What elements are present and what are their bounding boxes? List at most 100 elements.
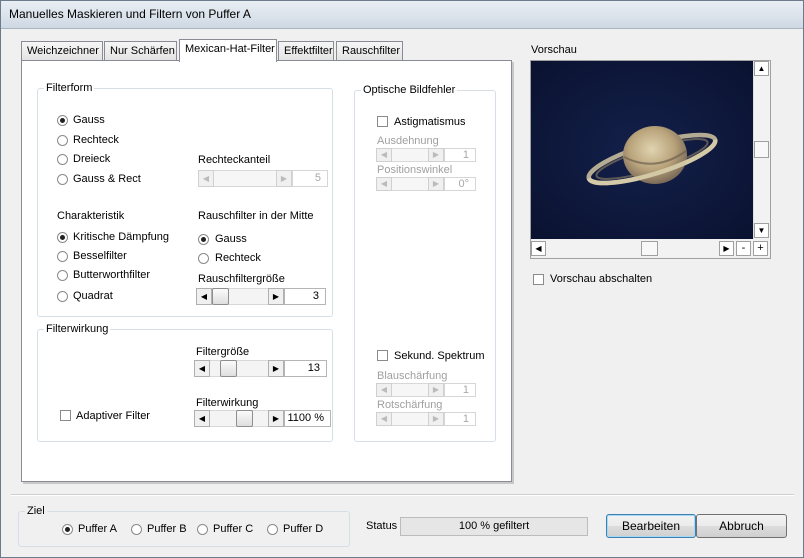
rotschaerfung-slider[interactable]: ◀ ▶ 1 — [376, 412, 476, 426]
slider-track[interactable] — [392, 177, 428, 191]
positionswinkel-label: Positionswinkel — [377, 164, 453, 176]
arrow-right-icon[interactable]: ▶ — [428, 148, 444, 162]
rotschaerfung-value: 1 — [444, 412, 476, 426]
scroll-thumb[interactable] — [641, 241, 658, 256]
arrow-left-icon[interactable]: ◀ — [531, 241, 546, 256]
radio-shape-dreieck[interactable] — [57, 154, 68, 165]
adaptiver-filter-checkbox[interactable] — [60, 410, 71, 421]
puffer-c-label: Puffer C — [213, 523, 254, 535]
zoom-in-button[interactable]: + — [753, 241, 768, 256]
slider-thumb[interactable] — [236, 410, 253, 427]
tab-effektfilter[interactable]: Effektfilter — [278, 41, 334, 61]
tab-weichzeichner[interactable]: Weichzeichner — [21, 41, 103, 61]
radio-quadrat[interactable] — [57, 291, 68, 302]
blauschaerfung-value: 1 — [444, 383, 476, 397]
puffer-d-label: Puffer D — [283, 523, 324, 535]
arrow-right-icon[interactable]: ▶ — [268, 410, 284, 427]
slider-thumb[interactable] — [220, 360, 237, 377]
tab-nur-schaerfen[interactable]: Nur Schärfen — [104, 41, 177, 61]
separator — [11, 494, 794, 496]
preview-frame: ▲ ▼ ◀ ▶ - + — [530, 60, 771, 259]
slider-track[interactable] — [210, 360, 268, 377]
preview-image[interactable] — [531, 61, 753, 239]
filtergroesse-slider[interactable]: ◀ ▶ 13 — [194, 360, 327, 377]
arrow-right-icon[interactable]: ▶ — [268, 360, 284, 377]
positionswinkel-value: 0° — [444, 177, 476, 191]
arrow-down-icon[interactable]: ▼ — [754, 223, 769, 238]
rauschfiltergroesse-label: Rauschfiltergröße — [198, 273, 285, 285]
preview-label: Vorschau — [531, 44, 577, 56]
slider-track[interactable] — [214, 170, 276, 187]
slider-thumb[interactable] — [212, 288, 229, 305]
arrow-right-icon[interactable]: ▶ — [428, 412, 444, 426]
positionswinkel-slider[interactable]: ◀ ▶ 0° — [376, 177, 476, 191]
dialog-window: Manuelles Maskieren und Filtern von Puff… — [0, 0, 804, 558]
radio-shape-rechteck[interactable] — [57, 135, 68, 146]
ausdehnung-label: Ausdehnung — [377, 135, 439, 147]
radio-puffer-b[interactable] — [131, 524, 142, 535]
slider-track[interactable] — [392, 148, 428, 162]
filterform-legend: Filterform — [44, 82, 95, 94]
slider-track[interactable] — [392, 412, 428, 426]
rauschfiltergroesse-slider[interactable]: ◀ ▶ 3 — [196, 288, 327, 305]
tab-rauschfilter[interactable]: Rauschfilter — [336, 41, 403, 61]
arrow-left-icon[interactable]: ◀ — [194, 410, 210, 427]
rechteckanteil-slider[interactable]: ◀ ▶ 5 — [198, 170, 328, 187]
shape-gauss-rect-label: Gauss & Rect — [73, 173, 141, 185]
filtergroesse-label: Filtergröße — [196, 346, 250, 358]
ausdehnung-slider[interactable]: ◀ ▶ 1 — [376, 148, 476, 162]
sekund-spektrum-checkbox[interactable] — [377, 350, 388, 361]
arrow-left-icon[interactable]: ◀ — [196, 288, 212, 305]
arrow-right-icon[interactable]: ▶ — [428, 383, 444, 397]
preview-vertical-scrollbar[interactable]: ▲ ▼ — [753, 61, 770, 239]
filtergroesse-value: 13 — [284, 360, 327, 377]
radio-rauschfilter-rechteck[interactable] — [198, 253, 209, 264]
blauschaerfung-label: Blauschärfung — [377, 370, 448, 382]
filterwirkung-legend: Filterwirkung — [44, 323, 111, 335]
filterwirkung-group: Filterwirkung Filtergröße ◀ ▶ 13 Adaptiv… — [37, 323, 333, 442]
rauschfiltergroesse-value: 3 — [284, 288, 326, 305]
arrow-right-icon[interactable]: ▶ — [719, 241, 734, 256]
shape-gauss-label: Gauss — [73, 114, 105, 126]
radio-shape-gauss[interactable] — [57, 115, 68, 126]
tab-mexican-hat-filter[interactable]: Mexican-Hat-Filter — [179, 39, 277, 62]
quadrat-label: Quadrat — [73, 290, 113, 302]
arrow-left-icon[interactable]: ◀ — [194, 360, 210, 377]
arrow-right-icon[interactable]: ▶ — [428, 177, 444, 191]
arrow-left-icon[interactable]: ◀ — [376, 148, 392, 162]
preview-horizontal-scrollbar[interactable]: ◀ ▶ - + — [531, 240, 770, 257]
radio-butterworthfilter[interactable] — [57, 270, 68, 281]
arrow-up-icon[interactable]: ▲ — [754, 61, 769, 76]
sekund-spektrum-label: Sekund. Spektrum — [394, 350, 485, 362]
radio-puffer-d[interactable] — [267, 524, 278, 535]
arrow-right-icon[interactable]: ▶ — [276, 170, 292, 187]
radio-shape-gauss-rect[interactable] — [57, 174, 68, 185]
arrow-left-icon[interactable]: ◀ — [376, 177, 392, 191]
puffer-a-label: Puffer A — [78, 523, 117, 535]
arrow-left-icon[interactable]: ◀ — [376, 412, 392, 426]
vorschau-abschalten-checkbox[interactable] — [533, 274, 544, 285]
radio-puffer-a[interactable] — [62, 524, 73, 535]
astigmatismus-checkbox[interactable] — [377, 116, 388, 127]
rotschaerfung-label: Rotschärfung — [377, 399, 443, 411]
filterwirkung-slider[interactable]: ◀ ▶ 1100 % — [194, 410, 331, 427]
astigmatismus-label: Astigmatismus — [394, 116, 466, 128]
slider-track[interactable] — [392, 383, 428, 397]
bearbeiten-button[interactable]: Bearbeiten — [606, 514, 696, 538]
zoom-out-button[interactable]: - — [736, 241, 751, 256]
abbruch-button[interactable]: Abbruch — [696, 514, 787, 538]
radio-puffer-c[interactable] — [197, 524, 208, 535]
saturn-image — [531, 61, 753, 239]
radio-kritische-daempfung[interactable] — [57, 232, 68, 243]
arrow-right-icon[interactable]: ▶ — [268, 288, 284, 305]
window-title: Manuelles Maskieren und Filtern von Puff… — [9, 7, 251, 21]
radio-besselfilter[interactable] — [57, 251, 68, 262]
scroll-thumb[interactable] — [754, 141, 769, 158]
blauschaerfung-slider[interactable]: ◀ ▶ 1 — [376, 383, 476, 397]
ziel-group: Ziel Puffer A Puffer B Puffer C Puffer D — [18, 505, 350, 547]
title-bar: Manuelles Maskieren und Filtern von Puff… — [1, 1, 803, 29]
rechteckanteil-value: 5 — [292, 170, 328, 187]
arrow-left-icon[interactable]: ◀ — [376, 383, 392, 397]
arrow-left-icon[interactable]: ◀ — [198, 170, 214, 187]
radio-rauschfilter-gauss[interactable] — [198, 234, 209, 245]
